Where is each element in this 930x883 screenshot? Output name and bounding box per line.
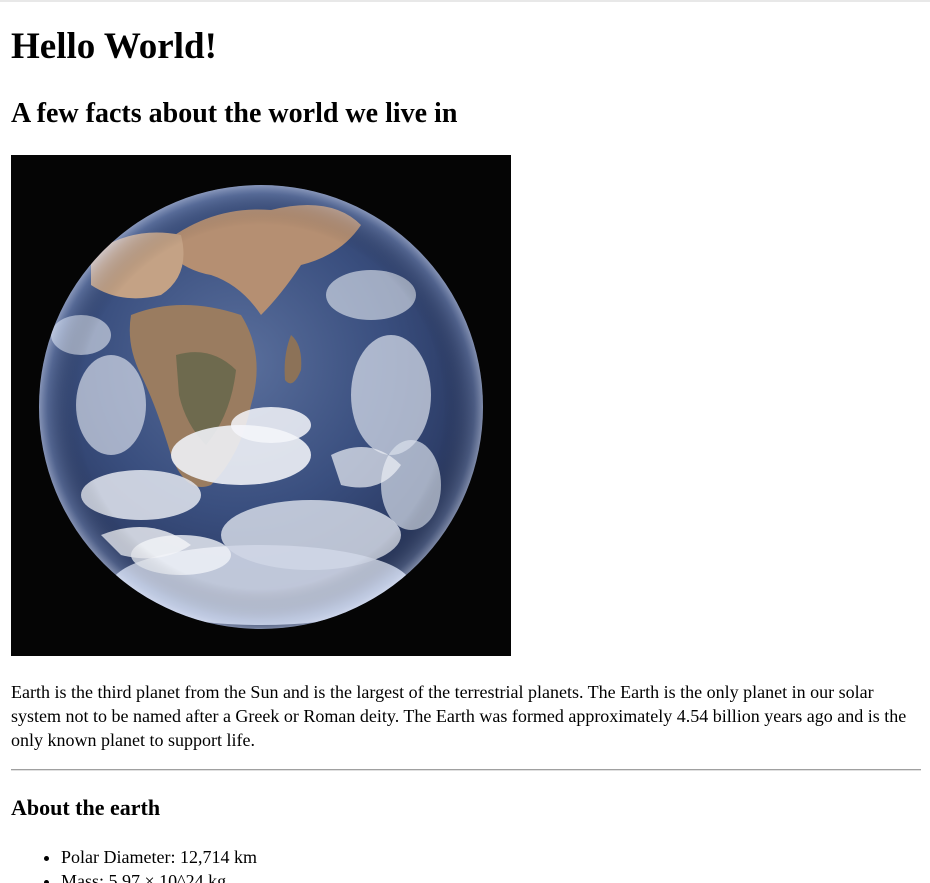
intro-paragraph: Earth is the third planet from the Sun a… xyxy=(11,682,907,750)
page-subtitle: A few facts about the world we live in xyxy=(11,98,458,129)
earth-image xyxy=(11,155,511,656)
viewport-top-edge xyxy=(0,0,930,2)
about-section-title: About the earth xyxy=(11,795,161,820)
section-divider xyxy=(11,769,921,771)
facts-list: Polar Diameter: 12,714 km Mass: 5.97 × 1… xyxy=(11,845,257,883)
list-item: Polar Diameter: 12,714 km xyxy=(61,845,257,869)
page-title: Hello World! xyxy=(11,26,217,67)
list-item: Mass: 5.97 × 10^24 kg xyxy=(61,869,257,883)
